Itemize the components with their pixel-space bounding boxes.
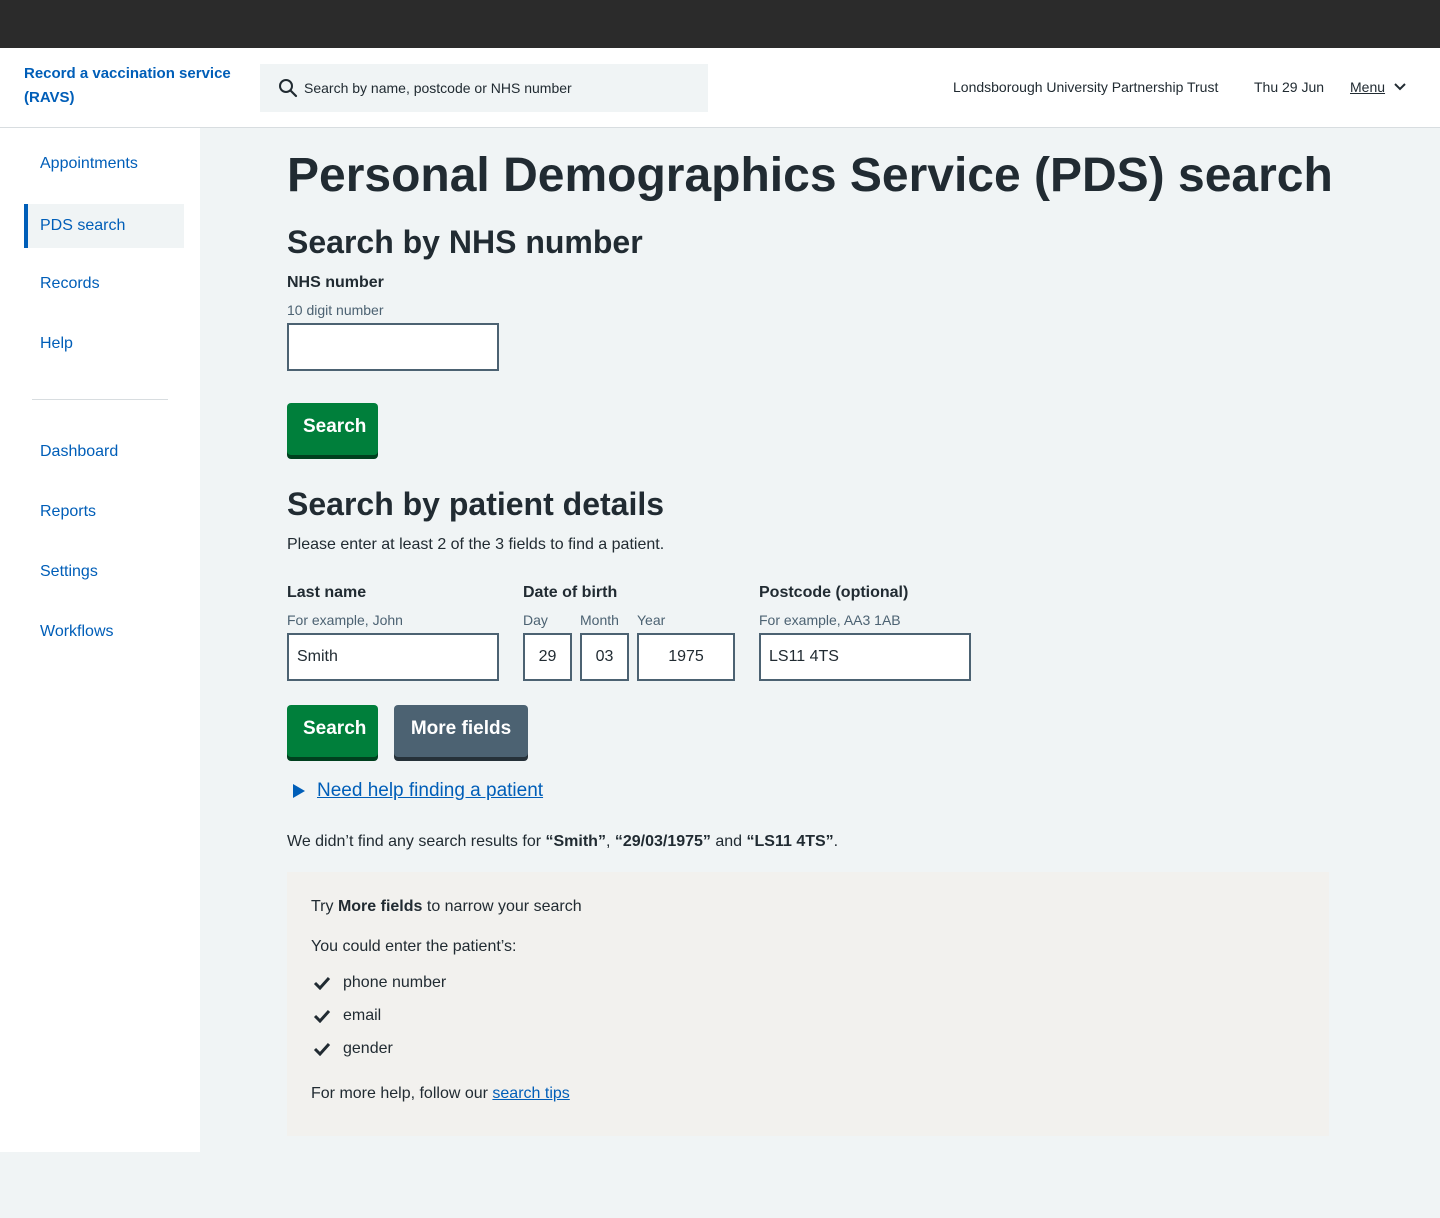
tick-icon — [313, 976, 331, 990]
postcode-hint: For example, AA3 1AB — [759, 612, 901, 628]
menu-button[interactable]: Menu — [1350, 76, 1407, 98]
result-prefix: We didn’t find any search results for — [287, 833, 546, 850]
result-term-dob: “29/03/1975” — [614, 833, 711, 850]
last-name-label: Last name — [287, 584, 367, 601]
nhs-search-heading: Search by NHS number — [287, 224, 643, 260]
could-enter-text: You could enter the patient’s: — [311, 938, 517, 955]
dob-month-input[interactable] — [580, 633, 629, 681]
try-prefix: Try — [311, 898, 338, 915]
result-term-last-name: “Smith” — [545, 833, 606, 850]
patient-details-heading: Search by patient details — [287, 486, 665, 522]
site-header: Record a vaccination service (RAVS) Lond… — [0, 48, 1440, 128]
dob-year-label: Year — [637, 612, 666, 628]
result-separator-1: , — [605, 833, 615, 850]
tick-icon — [313, 1009, 331, 1023]
sidebar-item-settings[interactable]: Settings — [24, 550, 184, 594]
search-tips-panel: Try More fields to narrow your search Yo… — [287, 872, 1329, 1136]
sidebar-item-appointments[interactable]: Appointments — [24, 142, 184, 186]
last-name-input[interactable] — [287, 633, 499, 681]
no-results-message: We didn’t find any search results for “S… — [287, 833, 838, 851]
postcode-label: Postcode (optional) — [759, 584, 909, 601]
list-item-label: email — [343, 1007, 382, 1024]
patient-details-instruction: Please enter at least 2 of the 3 fields … — [287, 536, 665, 553]
sidebar-item-dashboard[interactable]: Dashboard — [24, 430, 184, 474]
search-tips-link[interactable]: search tips — [492, 1085, 569, 1102]
current-date: Thu 29 Jun — [1254, 79, 1325, 95]
more-help-text: For more help, follow our search tips — [311, 1085, 570, 1103]
help-finding-patient-link[interactable]: Need help finding a patient — [317, 780, 543, 802]
try-bold: More fields — [337, 898, 423, 915]
sidebar-item-reports[interactable]: Reports — [24, 490, 184, 534]
sidebar-item-records[interactable]: Records — [24, 262, 184, 306]
more-help-prefix: For more help, follow our — [311, 1085, 493, 1102]
sidebar-nav: Appointments PDS search Records Help Das… — [0, 128, 200, 1152]
result-separator-2: and — [710, 833, 747, 850]
header-search — [260, 64, 708, 112]
dob-day-label: Day — [523, 612, 548, 628]
list-item-label: gender — [343, 1040, 393, 1057]
search-icon — [279, 79, 298, 98]
menu-label: Menu — [1350, 79, 1386, 95]
dob-year-input[interactable] — [637, 633, 735, 681]
postcode-input[interactable] — [759, 633, 971, 681]
sidebar-item-workflows[interactable]: Workflows — [24, 610, 184, 654]
patient-search-button[interactable]: Search — [287, 705, 378, 757]
result-suffix: . — [833, 833, 839, 850]
list-item: phone number — [313, 974, 446, 992]
date-of-birth-label: Date of birth — [523, 584, 618, 601]
chevron-down-icon — [1394, 83, 1406, 91]
list-item-label: phone number — [343, 974, 447, 991]
sidebar-item-pds-search[interactable]: PDS search — [24, 204, 184, 248]
dob-day-input[interactable] — [523, 633, 572, 681]
nhs-number-hint: 10 digit number — [287, 302, 384, 318]
help-finding-patient-details[interactable]: Need help finding a patient — [293, 780, 543, 802]
sidebar-divider — [32, 399, 168, 400]
service-name-link[interactable]: Record a vaccination service (RAVS) — [24, 62, 244, 110]
sidebar-item-help[interactable]: Help — [24, 322, 184, 366]
header-search-input[interactable] — [304, 64, 694, 112]
expand-triangle-icon — [293, 784, 305, 798]
list-item: gender — [313, 1040, 393, 1058]
nhs-search-button[interactable]: Search — [287, 403, 378, 455]
organisation-name: Londsborough University Partnership Trus… — [953, 79, 1219, 95]
nhs-number-input[interactable] — [287, 323, 499, 371]
nhs-number-label: NHS number — [287, 274, 384, 291]
last-name-hint: For example, John — [287, 612, 403, 628]
tick-icon — [313, 1042, 331, 1056]
top-bar — [0, 0, 1440, 48]
try-more-fields-text: Try More fields to narrow your search — [311, 898, 582, 916]
dob-month-label: Month — [580, 612, 619, 628]
try-suffix: to narrow your search — [422, 898, 582, 915]
page-title: Personal Demographics Service (PDS) sear… — [287, 149, 1333, 202]
result-term-postcode: “LS11 4TS” — [746, 833, 834, 850]
list-item: email — [313, 1007, 381, 1025]
more-fields-button[interactable]: More fields — [394, 705, 528, 757]
